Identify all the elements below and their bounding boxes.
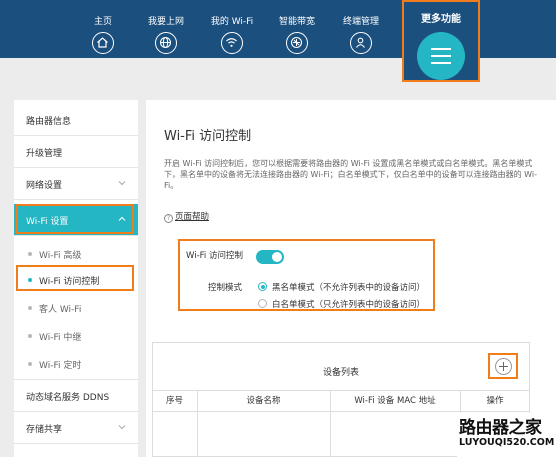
page-title: Wi-Fi 访问控制 [164, 129, 252, 144]
nav-internet-label: 我要上网 [147, 17, 184, 27]
help-link-text: 页面帮助 [175, 212, 210, 222]
sidebar-sub-wifi-relay[interactable]: Wi-Fi 中继 [14, 322, 138, 350]
bandwidth-icon [286, 32, 308, 54]
sidebar-sub-wifi-advanced[interactable]: Wi-Fi 高级 [14, 240, 138, 268]
wifi-icon [221, 32, 243, 54]
sidebar-sub-label: Wi-Fi 高级 [39, 251, 82, 261]
access-control-toggle[interactable] [256, 250, 284, 264]
chevron-down-icon [118, 181, 126, 186]
highlight-outline [16, 204, 134, 234]
whitelist-radio[interactable] [258, 299, 267, 308]
sidebar-item-label: 存储共享 [26, 425, 63, 435]
sidebar-sub-label: Wi-Fi 中继 [39, 333, 82, 343]
control-mode-label: 控制模式 [208, 283, 243, 293]
more-functions-label: 更多功能 [421, 14, 461, 25]
nav-terminal-label: 终端管理 [342, 17, 379, 27]
sidebar-item-upgrade[interactable]: 升级管理 [14, 136, 138, 168]
nav-terminal[interactable]: 终端管理 [330, 0, 392, 58]
column-header-mac: Wi-Fi 设备 MAC 地址 [354, 396, 436, 406]
blacklist-radio[interactable] [258, 282, 267, 291]
watermark-url: LUYOUQI520.COM [459, 437, 555, 448]
highlight-outline [16, 265, 134, 291]
sidebar-item-router-info[interactable]: 路由器信息 [14, 104, 138, 136]
user-icon [350, 32, 372, 54]
globe-icon [155, 32, 177, 54]
watermark: 路由器之家 LUYOUQI520.COM [457, 413, 556, 457]
add-icon [495, 358, 512, 375]
nav-bandwidth[interactable]: 智能带宽 [266, 0, 328, 58]
sidebar-sub-guest-wifi[interactable]: 客人 Wi-Fi [14, 294, 138, 322]
home-icon [92, 32, 114, 54]
sidebar-sub-wifi-timer[interactable]: Wi-Fi 定时 [14, 350, 138, 380]
bullet-icon [28, 362, 32, 366]
nav-bandwidth-label: 智能带宽 [278, 17, 315, 27]
device-list-title: 设备列表 [322, 368, 359, 378]
nav-my-wifi-label: 我的 Wi-Fi [210, 17, 254, 27]
page-description: 开启 Wi-Fi 访问控制后，您可以根据需要将路由器的 Wi-Fi 设置成黑名单… [164, 159, 538, 190]
nav-home-label: 主页 [93, 17, 112, 27]
bullet-icon [28, 306, 32, 310]
sidebar-item-network[interactable]: 网络设置 [14, 168, 138, 200]
column-header-device-name: 设备名称 [246, 396, 281, 406]
watermark-name: 路由器之家 [459, 418, 542, 438]
whitelist-radio-label: 白名单模式（只允许列表中的设备访问） [272, 300, 426, 310]
add-device-button[interactable] [488, 353, 518, 379]
sidebar-sub-label: Wi-Fi 定时 [39, 361, 82, 371]
help-link[interactable]: ? 页面帮助 [164, 210, 209, 223]
menu-icon [417, 32, 465, 80]
bullet-icon [28, 334, 32, 338]
access-control-label: Wi-Fi 访问控制 [186, 251, 243, 261]
nav-internet[interactable]: 我要上网 [135, 0, 197, 58]
sidebar-item-label: 动态域名服务 DDNS [26, 393, 110, 403]
nav-my-wifi[interactable]: 我的 Wi-Fi [201, 0, 263, 58]
chevron-down-icon [118, 425, 126, 430]
bullet-icon [28, 252, 32, 256]
sidebar-item-storage-share[interactable]: 存储共享 [14, 412, 138, 444]
sidebar-item-ddns[interactable]: 动态域名服务 DDNS [14, 380, 138, 412]
help-icon: ? [164, 214, 173, 223]
sidebar-item-label: 网络设置 [26, 181, 63, 191]
sidebar-item-label: 路由器信息 [26, 117, 72, 127]
blacklist-radio-label: 黑名单模式（不允许列表中的设备访问） [272, 283, 426, 293]
sidebar-item-label: 升级管理 [26, 149, 63, 159]
column-header-action: 操作 [486, 396, 504, 406]
sidebar-sub-label: 客人 Wi-Fi [39, 305, 82, 315]
more-functions-button[interactable]: 更多功能 [402, 0, 480, 82]
nav-home[interactable]: 主页 [72, 0, 134, 58]
column-header-index: 序号 [165, 396, 183, 406]
access-control-settings: Wi-Fi 访问控制 控制模式 黑名单模式（不允许列表中的设备访问） 白名单模式… [178, 239, 435, 311]
